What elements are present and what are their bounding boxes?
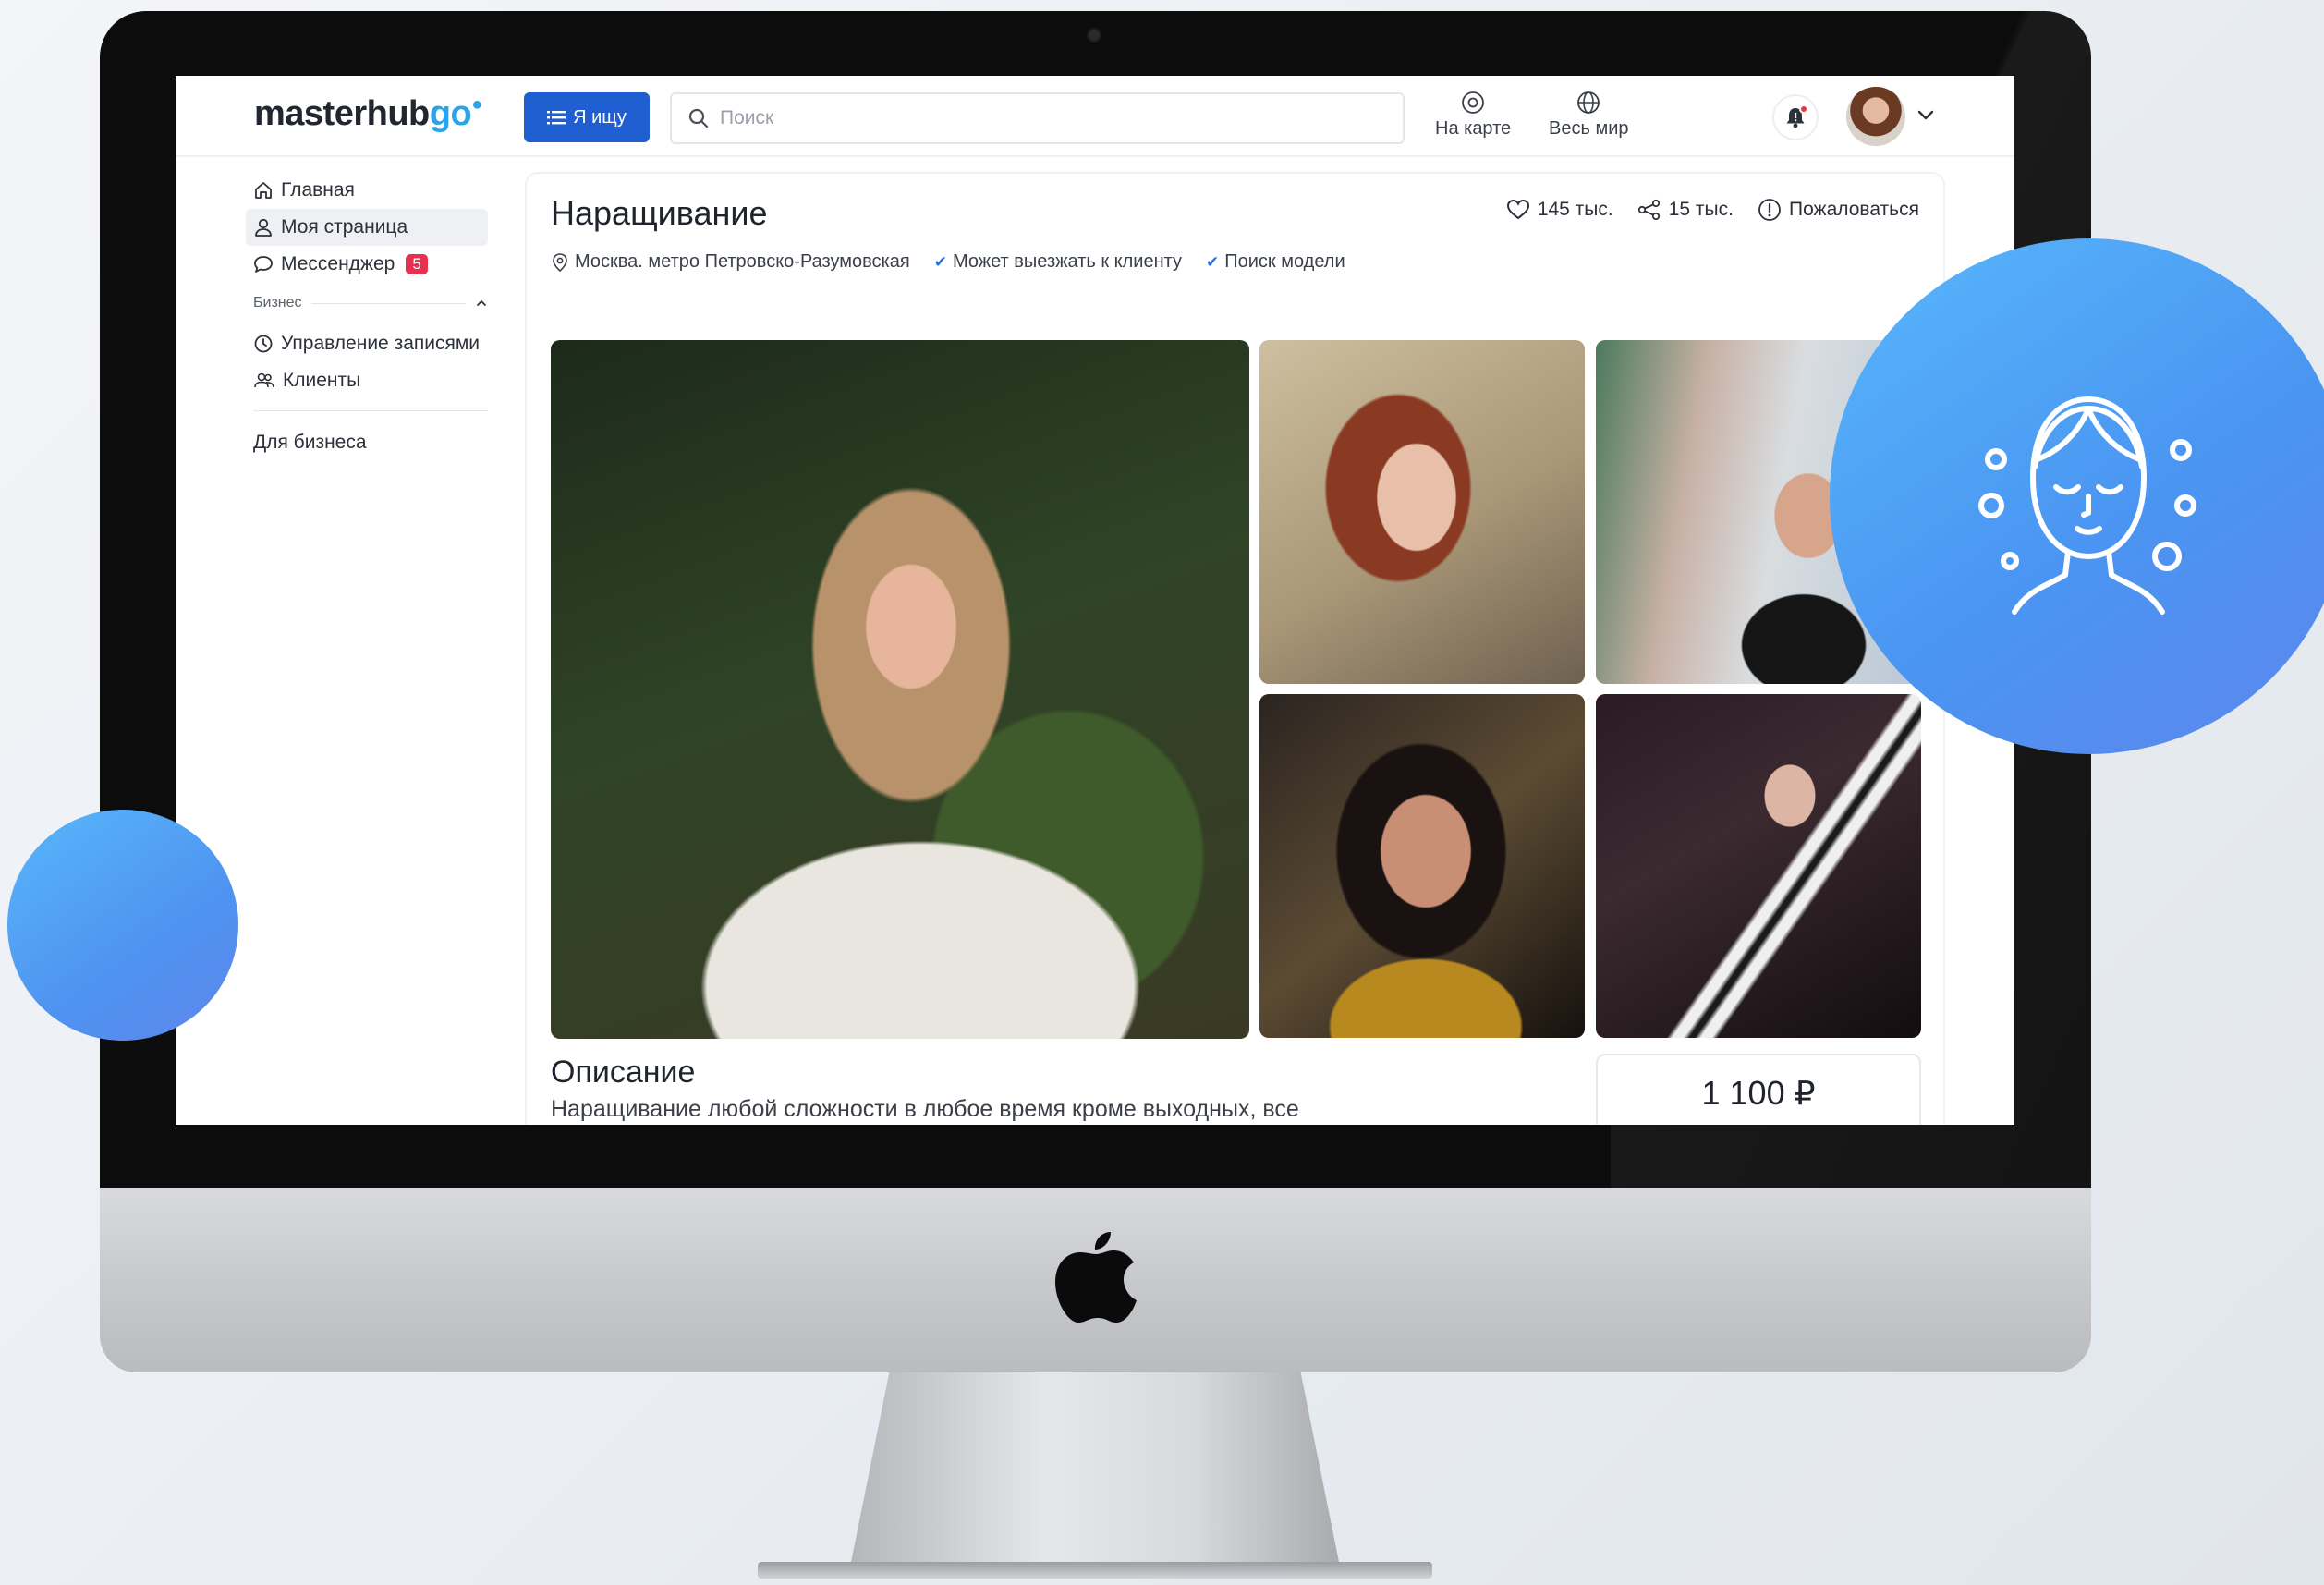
sidebar-item-for-business[interactable]: Для бизнеса: [246, 424, 488, 461]
sidebar-item-my-page[interactable]: Моя страница: [246, 209, 488, 246]
price-box: 1 100 ₽: [1596, 1054, 1921, 1125]
gallery-photo-main[interactable]: [551, 340, 1249, 1039]
home-icon: [255, 182, 272, 199]
notification-dot: [1799, 104, 1808, 114]
sidebar: Главная Моя страница Мессенджер 5 Бизнес: [246, 172, 488, 461]
feature-tag-label: Может выезжать к клиенту: [952, 251, 1183, 272]
listing-stats: 145 тыс. 15 тыс. Пожаловаться: [1506, 198, 1919, 222]
logo[interactable]: masterhubgo●: [254, 94, 482, 134]
report-label: Пожаловаться: [1788, 199, 1919, 220]
imac-stand: [850, 1372, 1340, 1567]
seek-button-label: Я ищу: [573, 106, 627, 128]
chevron-down-icon[interactable]: [1916, 109, 1935, 122]
unread-badge: 5: [406, 254, 428, 274]
list-icon: [547, 111, 566, 125]
sidebar-item-messenger[interactable]: Мессенджер 5: [246, 246, 488, 283]
sidebar-item-bookings[interactable]: Управление записями: [246, 325, 488, 362]
report-button[interactable]: Пожаловаться: [1758, 198, 1919, 222]
map-link[interactable]: На карте: [1435, 91, 1511, 140]
decorative-circle-with-icon: [1830, 238, 2324, 754]
imac-stand-foot: [758, 1562, 1432, 1579]
share-icon: [1637, 199, 1660, 221]
search-icon: [688, 108, 709, 128]
clock-icon: [254, 335, 273, 353]
like-button[interactable]: 145 тыс.: [1506, 198, 1613, 222]
share-button[interactable]: 15 тыс.: [1637, 198, 1734, 222]
shares-count: 15 тыс.: [1668, 199, 1734, 220]
search-input[interactable]: [720, 107, 1367, 129]
sidebar-item-label: Моя страница: [281, 216, 408, 238]
location-icon: [1462, 91, 1484, 114]
camera: [1087, 28, 1101, 43]
location-text: Москва. метро Петровско-Разумовская: [575, 251, 910, 272]
listing-card: Наращивание 145 тыс. 15 тыс. Пожаловатьс…: [527, 174, 1943, 1125]
location-tag: Москва. метро Петровско-Разумовская: [551, 251, 910, 273]
world-link-label: Весь мир: [1549, 118, 1629, 139]
description-text: Наращивание любой сложности в любое врем…: [551, 1096, 1299, 1122]
feature-tag-label: Поиск модели: [1224, 251, 1345, 272]
gallery-photo[interactable]: [1259, 340, 1585, 684]
heart-icon: [1506, 199, 1529, 220]
location-pin-icon: [553, 252, 567, 272]
users-icon: [254, 372, 274, 388]
listing-meta: Москва. метро Петровско-Разумовская ✔ Мо…: [551, 251, 1345, 273]
section-label: Бизнес: [253, 295, 302, 311]
feature-tag: ✔ Поиск модели: [1206, 251, 1345, 273]
user-avatar[interactable]: [1846, 87, 1905, 146]
map-link-label: На карте: [1435, 118, 1512, 139]
check-icon: ✔: [1206, 252, 1220, 271]
sidebar-item-label: Управление записями: [281, 333, 481, 354]
listing-title: Наращивание: [551, 194, 768, 232]
section-divider: [310, 302, 466, 304]
description-title: Описание: [551, 1055, 696, 1090]
gallery-photo[interactable]: [1259, 694, 1585, 1038]
sidebar-item-home[interactable]: Главная: [246, 172, 488, 209]
sidebar-item-label: Мессенджер: [281, 253, 395, 274]
gallery-photo[interactable]: [1596, 694, 1921, 1038]
seek-button[interactable]: Я ищу: [524, 92, 650, 142]
alert-icon: [1758, 199, 1781, 221]
globe-icon: [1577, 91, 1600, 114]
business-section-header[interactable]: Бизнес: [246, 287, 488, 320]
sidebar-item-label: Клиенты: [283, 370, 361, 391]
sidebar-item-label: Для бизнеса: [253, 432, 367, 453]
sidebar-item-label: Главная: [281, 179, 355, 201]
decorative-circle: [7, 810, 238, 1041]
screen: masterhubgo● Я ищу На карте: [176, 76, 2014, 1125]
top-navbar: masterhubgo● Я ищу На карте: [176, 76, 2014, 157]
chevron-up-icon[interactable]: [475, 299, 488, 308]
logo-dot-icon: ●: [471, 94, 482, 115]
world-link[interactable]: Весь мир: [1549, 91, 1628, 140]
face-care-icon: [1978, 396, 2196, 615]
apple-logo-icon: [1055, 1232, 1137, 1323]
likes-count: 145 тыс.: [1537, 199, 1613, 220]
sidebar-item-clients[interactable]: Клиенты: [246, 362, 488, 399]
notifications-button[interactable]: [1772, 94, 1819, 140]
logo-text: masterhub: [254, 94, 430, 133]
price-value: 1 100 ₽: [1701, 1074, 1816, 1112]
search-bar[interactable]: [670, 92, 1405, 144]
sidebar-divider: [253, 410, 488, 411]
check-icon: ✔: [933, 252, 947, 271]
logo-accent-text: go: [429, 94, 472, 133]
chat-icon: [254, 256, 273, 273]
feature-tag: ✔ Может выезжать к клиенту: [934, 251, 1182, 273]
user-icon: [255, 218, 272, 237]
